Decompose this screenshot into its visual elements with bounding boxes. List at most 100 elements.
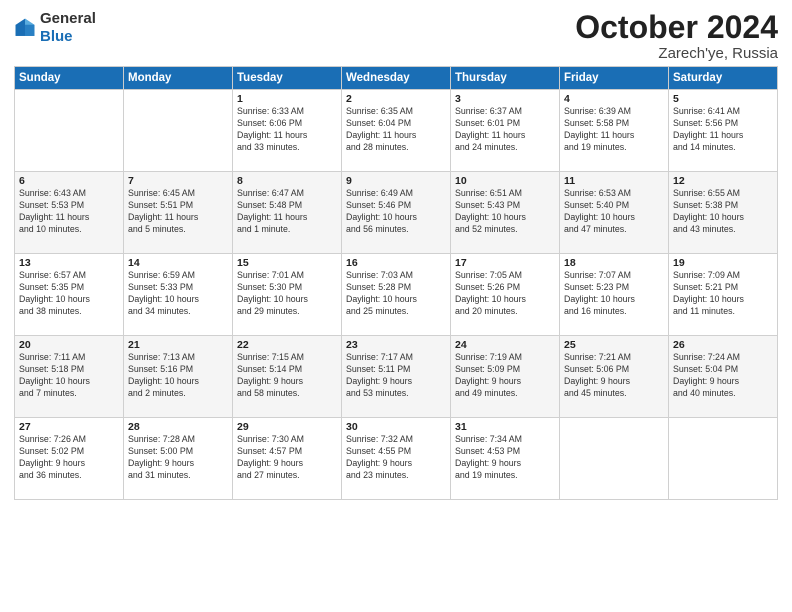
day-number: 13 <box>19 257 119 269</box>
day-number: 26 <box>673 339 773 351</box>
calendar-cell: 5Sunrise: 6:41 AM Sunset: 5:56 PM Daylig… <box>669 90 778 172</box>
calendar-cell: 11Sunrise: 6:53 AM Sunset: 5:40 PM Dayli… <box>560 172 669 254</box>
cell-content: Sunrise: 6:57 AM Sunset: 5:35 PM Dayligh… <box>19 270 119 318</box>
cell-content: Sunrise: 7:26 AM Sunset: 5:02 PM Dayligh… <box>19 434 119 482</box>
cell-content: Sunrise: 6:41 AM Sunset: 5:56 PM Dayligh… <box>673 106 773 154</box>
calendar-cell: 14Sunrise: 6:59 AM Sunset: 5:33 PM Dayli… <box>124 254 233 336</box>
calendar-cell: 9Sunrise: 6:49 AM Sunset: 5:46 PM Daylig… <box>342 172 451 254</box>
day-number: 27 <box>19 421 119 433</box>
calendar-cell: 28Sunrise: 7:28 AM Sunset: 5:00 PM Dayli… <box>124 418 233 500</box>
day-number: 17 <box>455 257 555 269</box>
cell-content: Sunrise: 7:21 AM Sunset: 5:06 PM Dayligh… <box>564 352 664 400</box>
day-number: 9 <box>346 175 446 187</box>
cell-content: Sunrise: 7:34 AM Sunset: 4:53 PM Dayligh… <box>455 434 555 482</box>
day-header: Saturday <box>669 67 778 90</box>
title-section: October 2024 Zarech'ye, Russia <box>575 10 778 62</box>
day-number: 16 <box>346 257 446 269</box>
calendar-cell: 3Sunrise: 6:37 AM Sunset: 6:01 PM Daylig… <box>451 90 560 172</box>
logo-icon <box>14 17 36 39</box>
calendar-cell: 13Sunrise: 6:57 AM Sunset: 5:35 PM Dayli… <box>15 254 124 336</box>
cell-content: Sunrise: 7:11 AM Sunset: 5:18 PM Dayligh… <box>19 352 119 400</box>
logo-text: General Blue <box>40 10 96 46</box>
calendar-cell: 25Sunrise: 7:21 AM Sunset: 5:06 PM Dayli… <box>560 336 669 418</box>
day-header: Tuesday <box>233 67 342 90</box>
day-header: Wednesday <box>342 67 451 90</box>
day-number: 25 <box>564 339 664 351</box>
logo-general: General <box>40 10 96 27</box>
cell-content: Sunrise: 6:53 AM Sunset: 5:40 PM Dayligh… <box>564 188 664 236</box>
cell-content: Sunrise: 7:03 AM Sunset: 5:28 PM Dayligh… <box>346 270 446 318</box>
cell-content: Sunrise: 6:51 AM Sunset: 5:43 PM Dayligh… <box>455 188 555 236</box>
day-number: 6 <box>19 175 119 187</box>
calendar-week-row: 13Sunrise: 6:57 AM Sunset: 5:35 PM Dayli… <box>15 254 778 336</box>
day-header: Sunday <box>15 67 124 90</box>
cell-content: Sunrise: 7:32 AM Sunset: 4:55 PM Dayligh… <box>346 434 446 482</box>
cell-content: Sunrise: 7:15 AM Sunset: 5:14 PM Dayligh… <box>237 352 337 400</box>
day-number: 22 <box>237 339 337 351</box>
day-number: 29 <box>237 421 337 433</box>
cell-content: Sunrise: 6:47 AM Sunset: 5:48 PM Dayligh… <box>237 188 337 236</box>
calendar-cell: 30Sunrise: 7:32 AM Sunset: 4:55 PM Dayli… <box>342 418 451 500</box>
day-number: 21 <box>128 339 228 351</box>
day-header: Friday <box>560 67 669 90</box>
day-number: 28 <box>128 421 228 433</box>
calendar-cell: 12Sunrise: 6:55 AM Sunset: 5:38 PM Dayli… <box>669 172 778 254</box>
cell-content: Sunrise: 7:19 AM Sunset: 5:09 PM Dayligh… <box>455 352 555 400</box>
calendar-cell: 23Sunrise: 7:17 AM Sunset: 5:11 PM Dayli… <box>342 336 451 418</box>
cell-content: Sunrise: 6:45 AM Sunset: 5:51 PM Dayligh… <box>128 188 228 236</box>
day-number: 11 <box>564 175 664 187</box>
calendar-cell: 22Sunrise: 7:15 AM Sunset: 5:14 PM Dayli… <box>233 336 342 418</box>
calendar-cell: 1Sunrise: 6:33 AM Sunset: 6:06 PM Daylig… <box>233 90 342 172</box>
day-number: 2 <box>346 93 446 105</box>
day-number: 7 <box>128 175 228 187</box>
day-number: 5 <box>673 93 773 105</box>
calendar-cell: 18Sunrise: 7:07 AM Sunset: 5:23 PM Dayli… <box>560 254 669 336</box>
cell-content: Sunrise: 7:28 AM Sunset: 5:00 PM Dayligh… <box>128 434 228 482</box>
calendar-cell: 29Sunrise: 7:30 AM Sunset: 4:57 PM Dayli… <box>233 418 342 500</box>
calendar-week-row: 6Sunrise: 6:43 AM Sunset: 5:53 PM Daylig… <box>15 172 778 254</box>
calendar-cell <box>124 90 233 172</box>
day-header: Thursday <box>451 67 560 90</box>
cell-content: Sunrise: 6:39 AM Sunset: 5:58 PM Dayligh… <box>564 106 664 154</box>
calendar-cell: 19Sunrise: 7:09 AM Sunset: 5:21 PM Dayli… <box>669 254 778 336</box>
calendar-cell: 6Sunrise: 6:43 AM Sunset: 5:53 PM Daylig… <box>15 172 124 254</box>
calendar-cell: 4Sunrise: 6:39 AM Sunset: 5:58 PM Daylig… <box>560 90 669 172</box>
calendar-cell: 8Sunrise: 6:47 AM Sunset: 5:48 PM Daylig… <box>233 172 342 254</box>
day-number: 24 <box>455 339 555 351</box>
cell-content: Sunrise: 6:59 AM Sunset: 5:33 PM Dayligh… <box>128 270 228 318</box>
logo: General Blue <box>14 10 96 46</box>
day-number: 14 <box>128 257 228 269</box>
day-number: 19 <box>673 257 773 269</box>
calendar-cell <box>15 90 124 172</box>
cell-content: Sunrise: 6:55 AM Sunset: 5:38 PM Dayligh… <box>673 188 773 236</box>
cell-content: Sunrise: 7:07 AM Sunset: 5:23 PM Dayligh… <box>564 270 664 318</box>
calendar-cell: 31Sunrise: 7:34 AM Sunset: 4:53 PM Dayli… <box>451 418 560 500</box>
calendar-cell: 2Sunrise: 6:35 AM Sunset: 6:04 PM Daylig… <box>342 90 451 172</box>
location-title: Zarech'ye, Russia <box>575 45 778 62</box>
day-number: 1 <box>237 93 337 105</box>
day-number: 23 <box>346 339 446 351</box>
calendar-cell: 10Sunrise: 6:51 AM Sunset: 5:43 PM Dayli… <box>451 172 560 254</box>
cell-content: Sunrise: 6:37 AM Sunset: 6:01 PM Dayligh… <box>455 106 555 154</box>
month-title: October 2024 <box>575 10 778 45</box>
calendar-cell: 16Sunrise: 7:03 AM Sunset: 5:28 PM Dayli… <box>342 254 451 336</box>
cell-content: Sunrise: 7:24 AM Sunset: 5:04 PM Dayligh… <box>673 352 773 400</box>
page-container: General Blue October 2024 Zarech'ye, Rus… <box>0 0 792 612</box>
cell-content: Sunrise: 6:33 AM Sunset: 6:06 PM Dayligh… <box>237 106 337 154</box>
day-number: 3 <box>455 93 555 105</box>
calendar-week-row: 20Sunrise: 7:11 AM Sunset: 5:18 PM Dayli… <box>15 336 778 418</box>
calendar-cell <box>669 418 778 500</box>
day-number: 30 <box>346 421 446 433</box>
cell-content: Sunrise: 6:35 AM Sunset: 6:04 PM Dayligh… <box>346 106 446 154</box>
calendar-table: SundayMondayTuesdayWednesdayThursdayFrid… <box>14 66 778 500</box>
day-number: 10 <box>455 175 555 187</box>
calendar-week-row: 27Sunrise: 7:26 AM Sunset: 5:02 PM Dayli… <box>15 418 778 500</box>
calendar-cell: 7Sunrise: 6:45 AM Sunset: 5:51 PM Daylig… <box>124 172 233 254</box>
calendar-cell <box>560 418 669 500</box>
cell-content: Sunrise: 6:49 AM Sunset: 5:46 PM Dayligh… <box>346 188 446 236</box>
cell-content: Sunrise: 7:09 AM Sunset: 5:21 PM Dayligh… <box>673 270 773 318</box>
calendar-cell: 27Sunrise: 7:26 AM Sunset: 5:02 PM Dayli… <box>15 418 124 500</box>
calendar-cell: 17Sunrise: 7:05 AM Sunset: 5:26 PM Dayli… <box>451 254 560 336</box>
calendar-cell: 15Sunrise: 7:01 AM Sunset: 5:30 PM Dayli… <box>233 254 342 336</box>
day-number: 31 <box>455 421 555 433</box>
